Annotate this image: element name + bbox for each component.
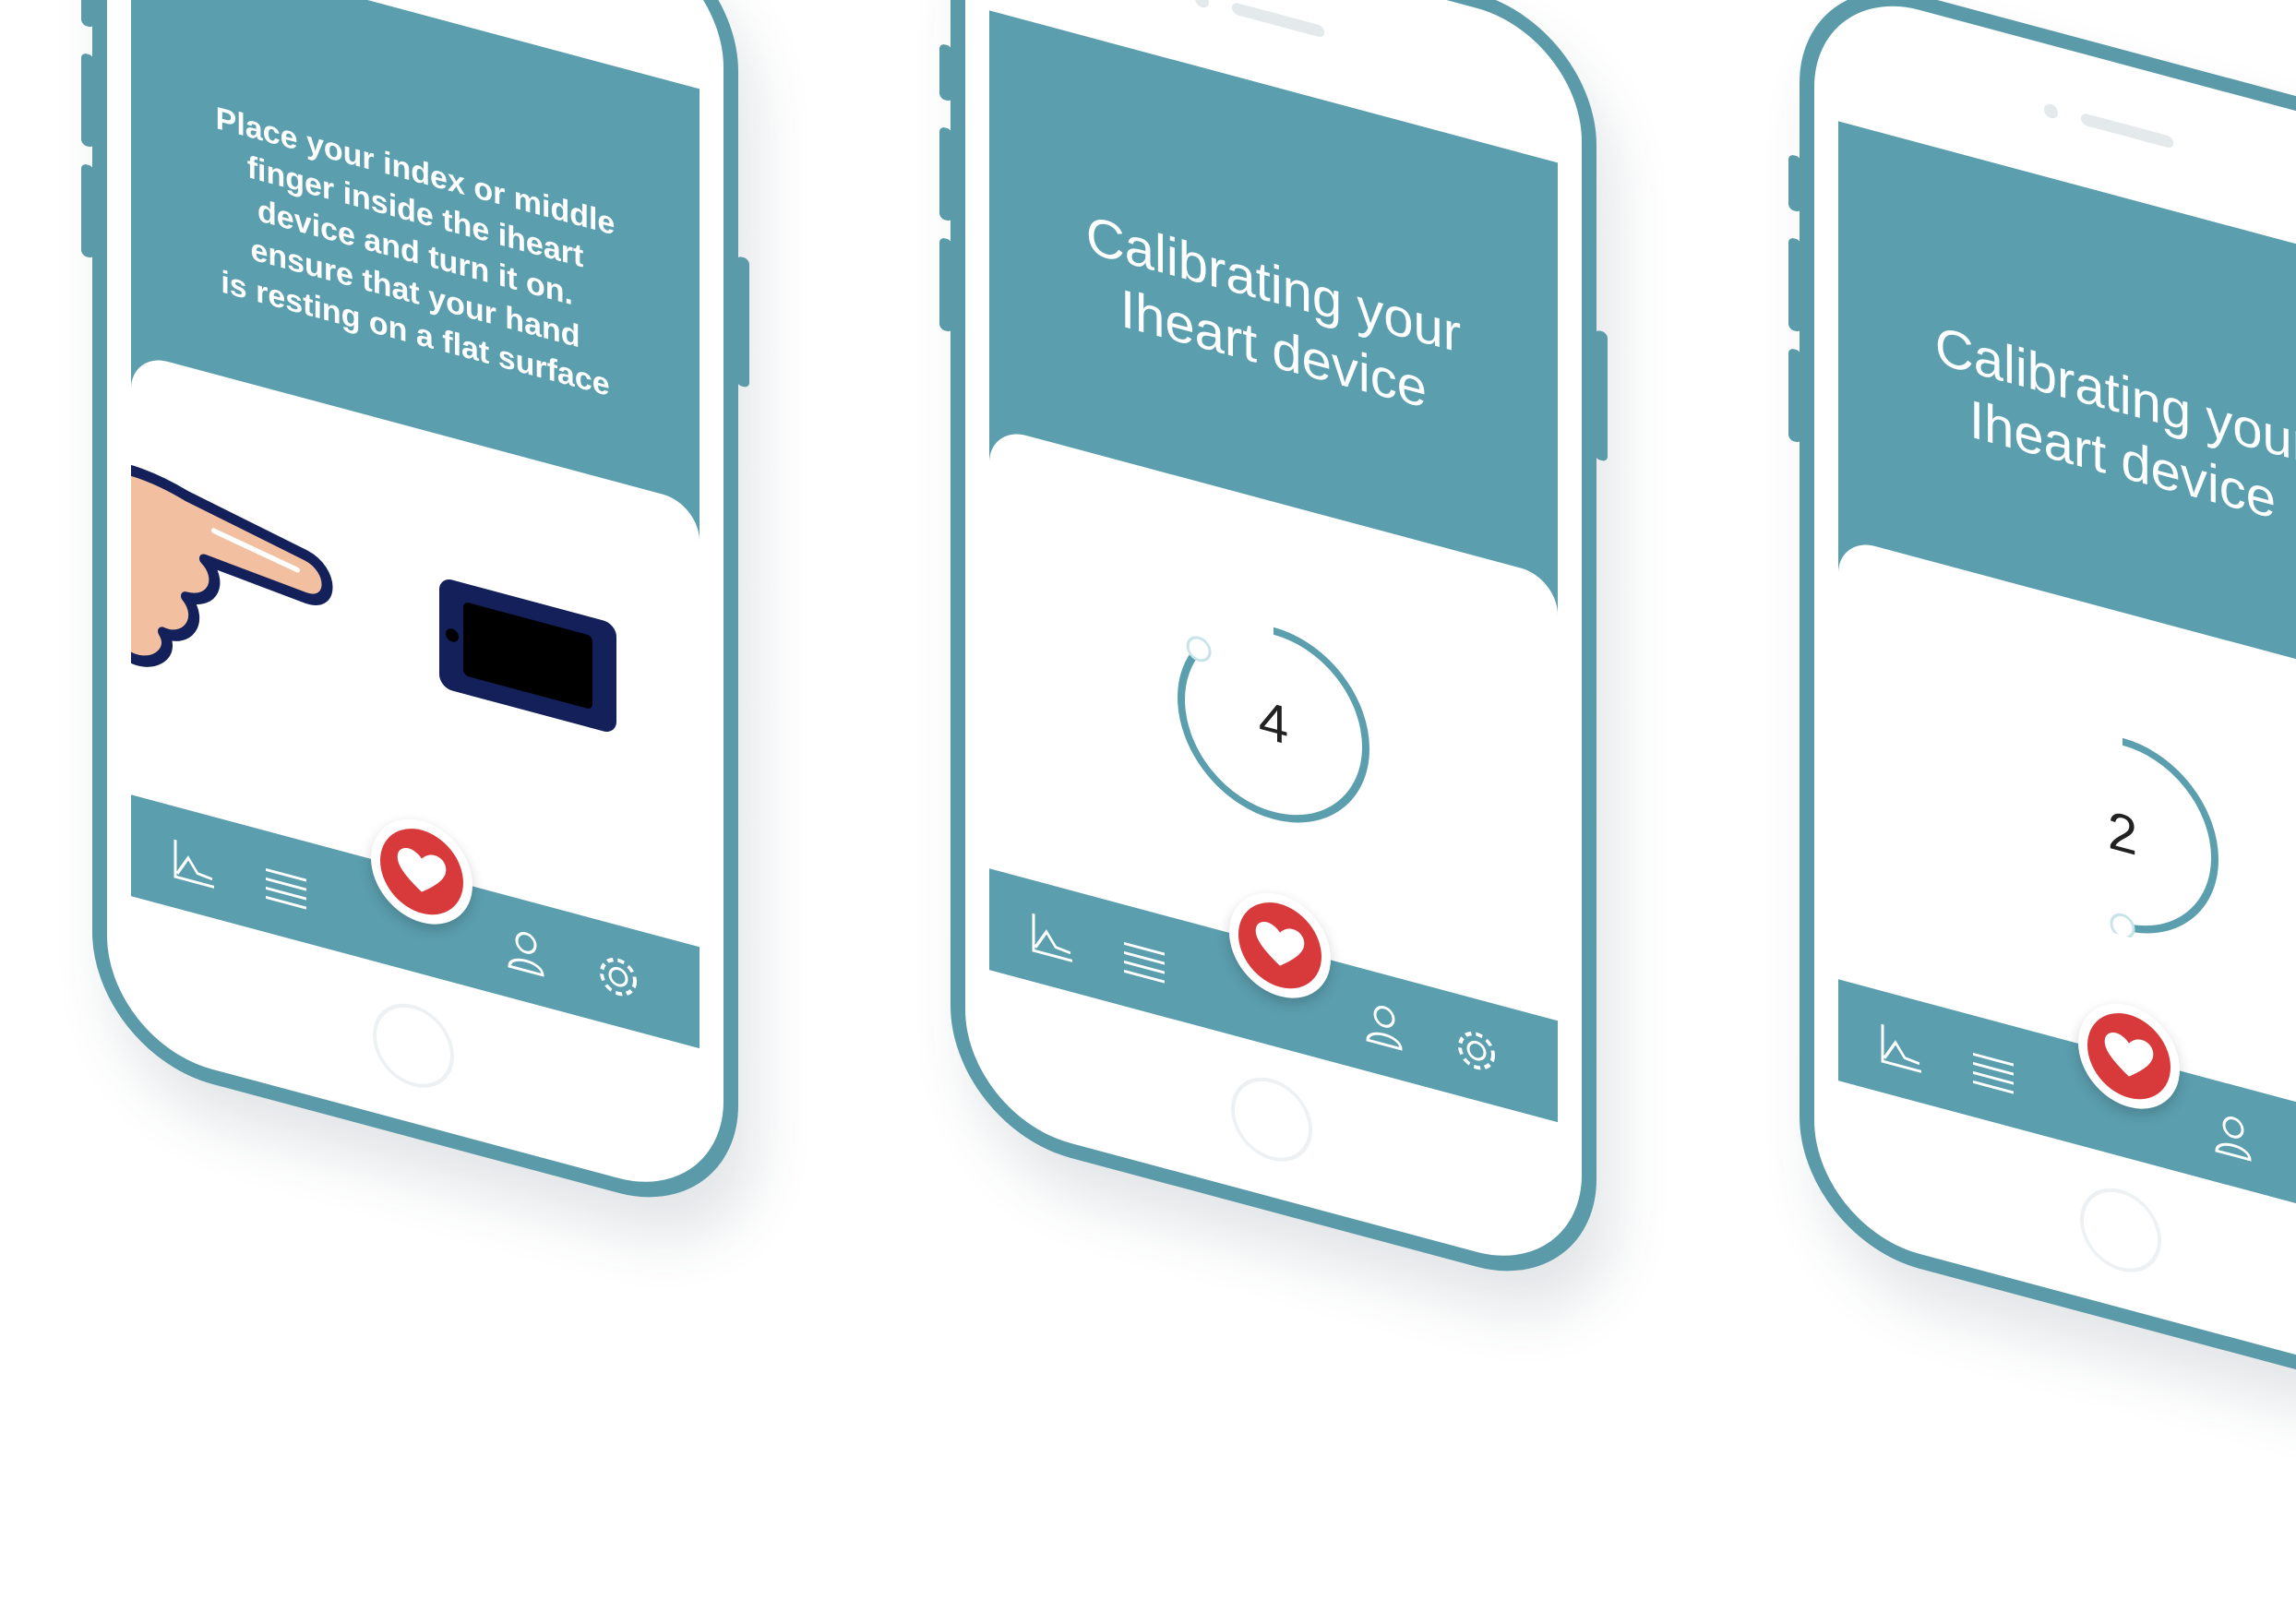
volume-down-button	[81, 162, 94, 259]
instructions-text: Place your index or middle finger inside…	[215, 100, 616, 404]
volume-down-button	[1788, 347, 1801, 444]
phone-calibrating-4: Calibrating your Iheart device 4	[939, 0, 1608, 1299]
settings-icon[interactable]	[1451, 1018, 1502, 1083]
silent-switch	[81, 0, 94, 29]
power-button	[736, 256, 749, 388]
silent-switch	[939, 42, 952, 102]
list-icon[interactable]	[1118, 929, 1170, 995]
volume-up-button	[1788, 236, 1801, 333]
silent-switch	[1788, 153, 1801, 213]
chart-icon[interactable]	[1026, 904, 1078, 970]
phone-calibrating-2: Calibrating your Iheart device 2	[1788, 0, 2296, 1410]
list-icon[interactable]	[1967, 1040, 2019, 1105]
mockup-stage: Place your index or middle finger inside…	[0, 0, 2296, 1624]
list-icon[interactable]	[260, 855, 312, 921]
screen-calibrating: Calibrating your Iheart device 4	[989, 10, 1558, 1123]
power-button	[1595, 329, 1608, 462]
iheart-device-icon	[439, 579, 616, 732]
volume-up-button	[81, 52, 94, 149]
calibrating-title: Calibrating your Iheart device	[1085, 204, 1462, 421]
screen-instruction: Place your index or middle finger inside…	[131, 0, 700, 1049]
volume-up-button	[939, 125, 952, 222]
calibrating-title: Calibrating your Iheart device	[1934, 315, 2296, 531]
profile-icon[interactable]	[2207, 1104, 2259, 1169]
profile-icon[interactable]	[1358, 993, 1410, 1058]
chart-icon[interactable]	[1875, 1015, 1927, 1081]
settings-icon[interactable]	[592, 944, 644, 1009]
volume-down-button	[939, 236, 952, 333]
profile-icon[interactable]	[500, 919, 552, 985]
chart-icon[interactable]	[168, 830, 220, 896]
phone-instruction: Place your index or middle finger inside…	[81, 0, 749, 1225]
screen-calibrating: Calibrating your Iheart device 2	[1838, 121, 2296, 1234]
